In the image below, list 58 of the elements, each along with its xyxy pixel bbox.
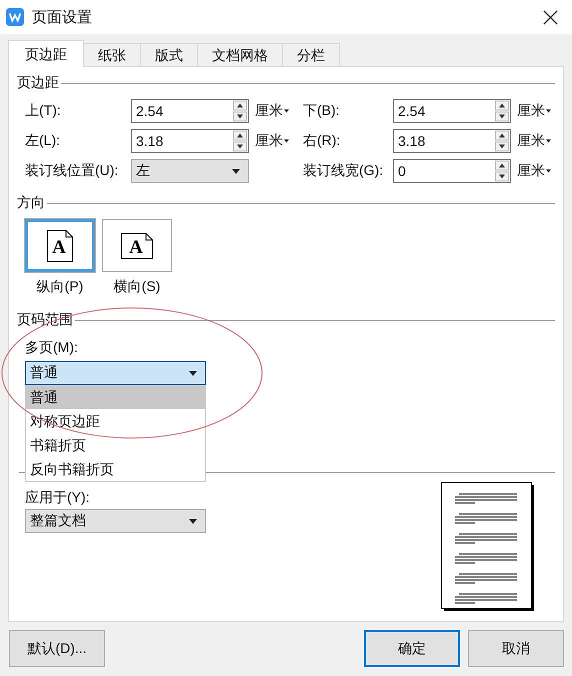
- caret-icon: [232, 168, 240, 174]
- unit-dropdown[interactable]: 厘米: [249, 102, 303, 120]
- field-label: 应用于(Y):: [25, 489, 91, 507]
- field-label: 右(R):: [303, 132, 342, 150]
- tab[interactable]: 分栏: [282, 43, 340, 66]
- dropdown[interactable]: 整篇文档: [25, 509, 206, 533]
- app-logo-icon: [6, 8, 24, 26]
- caret-icon: [189, 518, 197, 524]
- dialog-button[interactable]: 默认(D)...: [9, 630, 105, 667]
- unit-dropdown[interactable]: 厘米: [511, 102, 561, 120]
- field-label: 装订线位置(U):: [25, 162, 120, 180]
- spin-field[interactable]: 2.54: [131, 99, 249, 123]
- caret-icon: [284, 109, 289, 113]
- spin-up-icon[interactable]: [495, 130, 509, 141]
- landscape-page-icon: A: [121, 232, 153, 258]
- section-heading: 方向: [17, 194, 45, 212]
- dropdown-option[interactable]: 反向书籍折页: [26, 457, 205, 481]
- spin-up-icon[interactable]: [495, 160, 509, 171]
- orientation-button[interactable]: A: [25, 219, 95, 272]
- field-label: 装订线宽(G):: [303, 162, 384, 180]
- caret-icon: [546, 109, 551, 113]
- caret-icon: [284, 139, 289, 143]
- unit-dropdown[interactable]: 厘米: [511, 162, 561, 180]
- dropdown-option[interactable]: 普通: [26, 385, 205, 409]
- orientation-label: 横向(S): [114, 278, 160, 296]
- dropdown[interactable]: 左: [131, 159, 249, 183]
- spin-down-icon[interactable]: [233, 111, 247, 122]
- unit-dropdown[interactable]: 厘米: [511, 132, 561, 150]
- field-label: 多页(M):: [25, 339, 78, 355]
- dialog-button[interactable]: 确定: [364, 630, 460, 667]
- field-label: 上(T):: [25, 102, 62, 120]
- dropdown-option[interactable]: 书籍折页: [26, 433, 205, 457]
- dialog-button[interactable]: 取消: [468, 630, 564, 667]
- caret-icon: [546, 139, 551, 143]
- dropdown[interactable]: 普通: [25, 361, 206, 385]
- spin-field[interactable]: 3.18: [131, 129, 249, 153]
- portrait-page-icon: A: [47, 230, 73, 262]
- spin-field[interactable]: 3.18: [393, 129, 511, 153]
- window-title: 页面设置: [32, 8, 93, 26]
- spin-down-icon[interactable]: [495, 141, 509, 152]
- spin-up-icon[interactable]: [233, 130, 247, 141]
- spin-field[interactable]: 0: [393, 159, 511, 183]
- field-label: 左(L):: [25, 132, 61, 150]
- unit-dropdown[interactable]: 厘米: [249, 132, 303, 150]
- tab[interactable]: 页边距: [8, 40, 84, 67]
- orientation-button[interactable]: A: [102, 219, 172, 272]
- spin-up-icon[interactable]: [233, 100, 247, 111]
- section-heading: 页边距: [17, 74, 59, 92]
- orientation-label: 纵向(P): [36, 278, 84, 296]
- caret-icon: [189, 370, 197, 376]
- spin-up-icon[interactable]: [495, 100, 509, 111]
- spin-field[interactable]: 2.54: [393, 99, 511, 123]
- spin-down-icon[interactable]: [233, 141, 247, 152]
- close-icon[interactable]: [543, 10, 558, 24]
- spin-down-icon[interactable]: [495, 111, 509, 122]
- field-label: 下(B):: [303, 102, 341, 120]
- spin-down-icon[interactable]: [495, 171, 509, 182]
- caret-icon: [546, 169, 551, 173]
